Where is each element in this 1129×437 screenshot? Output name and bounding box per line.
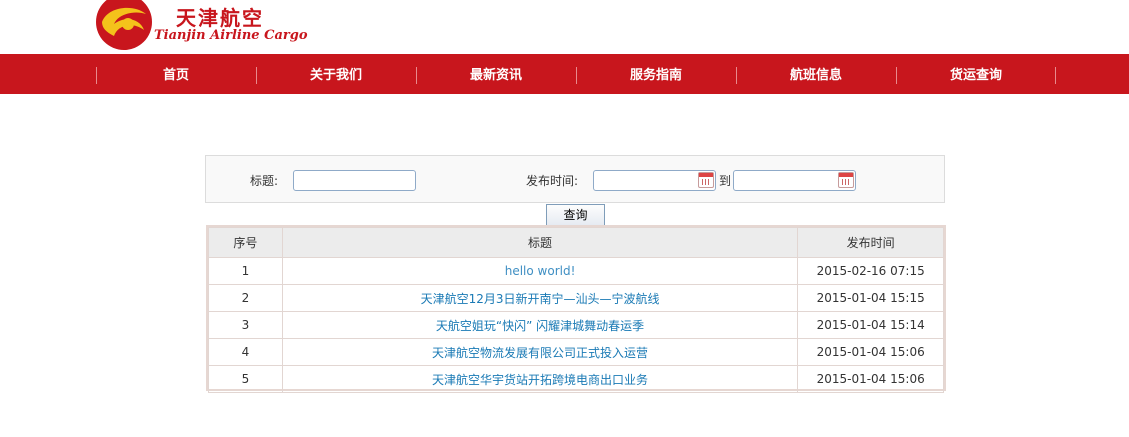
row-number: 2 xyxy=(208,284,283,312)
news-title-link[interactable]: hello world! xyxy=(505,264,576,278)
nav-item-news[interactable]: 最新资讯 xyxy=(416,54,576,94)
row-date: 2015-02-16 07:15 xyxy=(797,257,944,285)
row-number: 5 xyxy=(208,365,283,393)
calendar-icon[interactable] xyxy=(838,172,854,188)
to-label: 到 xyxy=(719,174,732,188)
column-header-title: 标题 xyxy=(281,227,799,258)
table-row: 1 hello world! 2015-02-16 07:15 xyxy=(208,257,944,285)
news-title-link[interactable]: 天津航空12月3日新开南宁—汕头—宁波航线 xyxy=(421,292,660,306)
publish-date-label: 发布时间: xyxy=(526,174,579,188)
calendar-icon[interactable] xyxy=(698,172,714,188)
nav-item-flight-info[interactable]: 航班信息 xyxy=(736,54,896,94)
news-title-link[interactable]: 天津航空华宇货站开拓跨境电商出口业务 xyxy=(432,373,648,387)
column-header-no: 序号 xyxy=(208,227,283,258)
news-table: 序号 标题 发布时间 1 hello world! 2015-02-16 07:… xyxy=(206,225,946,393)
table-row: 2 天津航空12月3日新开南宁—汕头—宁波航线 2015-01-04 15:15 xyxy=(208,284,944,312)
row-number: 1 xyxy=(208,257,283,285)
brand-name-cn: 天津航空 xyxy=(176,6,264,30)
main-nav: 首页 关于我们 最新资讯 服务指南 航班信息 货运查询 xyxy=(0,54,1129,94)
search-panel: 标题: 发布时间: 到 xyxy=(205,155,945,203)
nav-item-cargo-query[interactable]: 货运查询 xyxy=(896,54,1056,94)
title-input[interactable] xyxy=(293,170,416,191)
row-date: 2015-01-04 15:15 xyxy=(797,284,944,312)
airline-logo-icon xyxy=(96,0,152,50)
brand-name-en: Tianjin Airline Cargo xyxy=(154,28,308,43)
news-title-link[interactable]: 天津航空物流发展有限公司正式投入运营 xyxy=(432,346,648,360)
column-header-date: 发布时间 xyxy=(797,227,944,258)
row-number: 4 xyxy=(208,338,283,366)
nav-item-about[interactable]: 关于我们 xyxy=(256,54,416,94)
row-number: 3 xyxy=(208,311,283,339)
nav-divider xyxy=(1055,67,1056,84)
nav-item-service-guide[interactable]: 服务指南 xyxy=(576,54,736,94)
table-header-row: 序号 标题 发布时间 xyxy=(208,227,944,258)
date-to-field xyxy=(733,170,856,191)
row-date: 2015-01-04 15:14 xyxy=(797,311,944,339)
brand-logo[interactable]: 天津航空 Tianjin Airline Cargo xyxy=(94,0,314,52)
news-title-link[interactable]: 天航空姐玩“快闪” 闪耀津城舞动春运季 xyxy=(436,319,644,333)
table-row: 4 天津航空物流发展有限公司正式投入运营 2015-01-04 15:06 xyxy=(208,338,944,366)
row-date: 2015-01-04 15:06 xyxy=(797,365,944,393)
site-header: 天津航空 Tianjin Airline Cargo xyxy=(0,0,1129,54)
date-from-field xyxy=(593,170,716,191)
table-row: 3 天航空姐玩“快闪” 闪耀津城舞动春运季 2015-01-04 15:14 xyxy=(208,311,944,339)
title-label: 标题: xyxy=(250,174,279,188)
nav-item-home[interactable]: 首页 xyxy=(96,54,256,94)
row-date: 2015-01-04 15:06 xyxy=(797,338,944,366)
query-button[interactable]: 查询 xyxy=(546,204,605,226)
table-row: 5 天津航空华宇货站开拓跨境电商出口业务 2015-01-04 15:06 xyxy=(208,365,944,393)
